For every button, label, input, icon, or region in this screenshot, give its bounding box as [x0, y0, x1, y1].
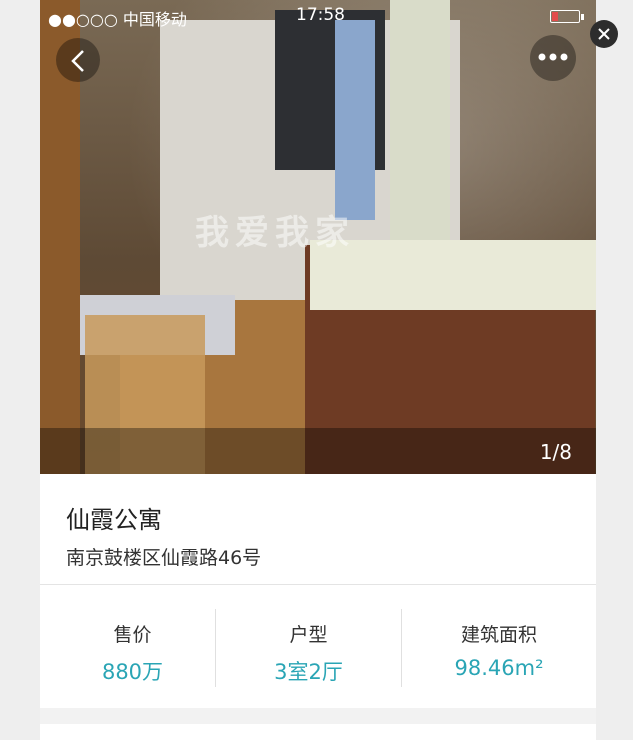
next-section-card: [40, 724, 596, 740]
listing-photo[interactable]: 我爱我家 1/8: [40, 0, 596, 474]
stat-label: 建筑面积: [460, 624, 537, 646]
status-bar: ●●○○○ 中国移动 17:58: [40, 0, 596, 32]
carrier-label: ●●○○○ 中国移动: [48, 10, 187, 29]
listing-title: 仙霞公寓: [66, 506, 162, 534]
stat-layout: 户型 3室2厅: [216, 585, 401, 708]
close-button[interactable]: [590, 20, 618, 48]
stat-price: 售价 880万: [40, 585, 225, 708]
stat-value: 880万: [101, 660, 164, 684]
photo-caption-bar: [40, 428, 596, 474]
listing-address: 南京鼓楼区仙霞路46号: [66, 547, 262, 569]
back-button[interactable]: [56, 38, 100, 82]
stat-area: 建筑面积 98.46m²: [402, 585, 596, 708]
stat-label: 售价: [113, 624, 152, 646]
more-button[interactable]: [530, 35, 576, 81]
more-dots-icon: [538, 53, 568, 61]
chevron-left-icon: [71, 49, 84, 72]
status-time: 17:58: [296, 5, 345, 25]
photo-curtain: [390, 0, 450, 240]
photo-watermark: 我爱我家: [195, 213, 355, 253]
phone-screen: 我爱我家 1/8 ●●○○○ 中国移动 17:58 仙霞公寓 南京鼓楼区仙霞路4…: [40, 0, 596, 740]
stat-value: 98.46m²: [454, 656, 544, 680]
stat-label: 户型: [289, 624, 328, 646]
close-icon: [598, 28, 610, 40]
stat-value: 3室2厅: [274, 660, 343, 684]
listing-info: 仙霞公寓 南京鼓楼区仙霞路46号: [40, 474, 596, 585]
battery-icon: [550, 6, 584, 25]
photo-clothes: [335, 20, 375, 220]
photo-counter: 1/8: [539, 440, 572, 464]
listing-stats: 售价 880万 户型 3室2厅 建筑面积 98.46m²: [40, 585, 596, 708]
